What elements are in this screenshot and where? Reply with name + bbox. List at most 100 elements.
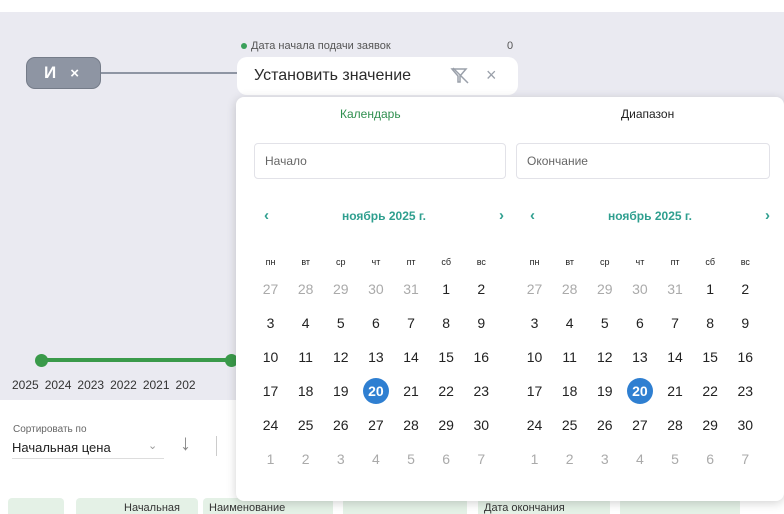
day-cell[interactable]: 14 — [658, 343, 693, 371]
funnel-clear-icon[interactable] — [450, 67, 470, 90]
end-date-field[interactable] — [516, 143, 770, 179]
day-cell[interactable]: 9 — [728, 309, 763, 337]
sort-direction-icon[interactable]: ↓ — [180, 430, 191, 456]
day-cell[interactable]: 29 — [323, 275, 358, 303]
day-cell[interactable]: 17 — [517, 377, 552, 405]
day-cell[interactable]: 29 — [693, 411, 728, 439]
day-cell[interactable]: 28 — [288, 275, 323, 303]
day-cell[interactable]: 3 — [517, 309, 552, 337]
day-cell[interactable]: 4 — [288, 309, 323, 337]
day-cell[interactable]: 28 — [552, 275, 587, 303]
day-cell[interactable]: 5 — [587, 309, 622, 337]
day-cell[interactable]: 10 — [517, 343, 552, 371]
day-cell[interactable]: 30 — [464, 411, 499, 439]
day-cell[interactable]: 16 — [464, 343, 499, 371]
chevron-right-icon[interactable]: › — [765, 207, 770, 224]
day-cell[interactable]: 24 — [517, 411, 552, 439]
day-cell[interactable]: 6 — [693, 445, 728, 473]
day-cell[interactable]: 2 — [288, 445, 323, 473]
year-range-track[interactable] — [42, 358, 230, 362]
day-cell[interactable]: 13 — [358, 343, 393, 371]
day-cell[interactable]: 30 — [622, 275, 657, 303]
day-cell[interactable]: 3 — [253, 309, 288, 337]
day-cell[interactable]: 22 — [429, 377, 464, 405]
day-cell[interactable]: 4 — [622, 445, 657, 473]
day-cell[interactable]: 19 — [323, 377, 358, 405]
sort-select[interactable]: Начальная цена ⌄ — [12, 437, 164, 459]
day-cell[interactable]: 31 — [658, 275, 693, 303]
day-cell[interactable]: 15 — [693, 343, 728, 371]
day-cell[interactable]: 23 — [728, 377, 763, 405]
day-cell[interactable]: 8 — [693, 309, 728, 337]
day-cell[interactable]: 21 — [658, 377, 693, 405]
day-cell[interactable]: 1 — [693, 275, 728, 303]
day-cell[interactable]: 18 — [288, 377, 323, 405]
day-cell[interactable]: 12 — [323, 343, 358, 371]
day-cell[interactable]: 3 — [587, 445, 622, 473]
day-cell[interactable]: 28 — [394, 411, 429, 439]
day-cell[interactable]: 4 — [552, 309, 587, 337]
end-date-input[interactable] — [527, 154, 769, 168]
day-cell[interactable]: 28 — [658, 411, 693, 439]
day-cell[interactable]: 2 — [464, 275, 499, 303]
day-cell[interactable]: 31 — [394, 275, 429, 303]
day-cell[interactable]: 2 — [728, 275, 763, 303]
day-cell[interactable]: 17 — [253, 377, 288, 405]
day-cell[interactable]: 1 — [253, 445, 288, 473]
day-cell[interactable]: 11 — [552, 343, 587, 371]
day-cell[interactable]: 27 — [253, 275, 288, 303]
day-cell[interactable]: 7 — [728, 445, 763, 473]
day-cell[interactable]: 4 — [358, 445, 393, 473]
day-cell[interactable]: 24 — [253, 411, 288, 439]
day-cell[interactable]: 21 — [394, 377, 429, 405]
day-cell[interactable]: 5 — [658, 445, 693, 473]
day-cell[interactable]: 5 — [394, 445, 429, 473]
day-cell[interactable]: 19 — [587, 377, 622, 405]
day-cell[interactable]: 25 — [288, 411, 323, 439]
day-cell[interactable]: 22 — [693, 377, 728, 405]
day-cell[interactable]: 1 — [517, 445, 552, 473]
day-cell[interactable]: 29 — [429, 411, 464, 439]
day-cell[interactable]: 6 — [429, 445, 464, 473]
column-header-start-price[interactable]: Начальная — [76, 498, 198, 514]
day-cell[interactable]: 11 — [288, 343, 323, 371]
day-cell[interactable]: 2 — [552, 445, 587, 473]
day-cell[interactable]: 26 — [587, 411, 622, 439]
day-cell-selected[interactable]: 20 — [622, 377, 657, 405]
tab-range[interactable]: Диапазон — [621, 107, 674, 121]
day-cell[interactable]: 16 — [728, 343, 763, 371]
column-header[interactable] — [8, 498, 64, 514]
day-cell[interactable]: 12 — [587, 343, 622, 371]
day-cell[interactable]: 9 — [464, 309, 499, 337]
year-range-handle-start[interactable] — [35, 354, 48, 367]
day-cell[interactable]: 27 — [517, 275, 552, 303]
clear-value-icon[interactable]: × — [486, 65, 497, 86]
day-cell[interactable]: 30 — [728, 411, 763, 439]
day-cell[interactable]: 6 — [358, 309, 393, 337]
day-cell[interactable]: 7 — [464, 445, 499, 473]
chevron-right-icon[interactable]: › — [499, 207, 504, 224]
tab-calendar[interactable]: Календарь — [340, 107, 401, 121]
day-cell[interactable]: 13 — [622, 343, 657, 371]
start-date-input[interactable] — [265, 154, 505, 168]
day-cell[interactable]: 23 — [464, 377, 499, 405]
day-cell[interactable]: 1 — [429, 275, 464, 303]
day-cell[interactable]: 15 — [429, 343, 464, 371]
day-cell[interactable]: 5 — [323, 309, 358, 337]
day-cell[interactable]: 8 — [429, 309, 464, 337]
set-value-field[interactable]: Установить значение × — [237, 57, 518, 95]
day-cell[interactable]: 10 — [253, 343, 288, 371]
day-cell[interactable]: 25 — [552, 411, 587, 439]
day-cell[interactable]: 27 — [358, 411, 393, 439]
day-cell[interactable]: 18 — [552, 377, 587, 405]
start-date-field[interactable] — [254, 143, 506, 179]
and-operator-chip[interactable]: И × — [26, 57, 101, 89]
day-cell[interactable]: 3 — [323, 445, 358, 473]
day-cell[interactable]: 27 — [622, 411, 657, 439]
day-cell[interactable]: 14 — [394, 343, 429, 371]
close-icon[interactable]: × — [70, 65, 80, 82]
day-cell-selected[interactable]: 20 — [358, 377, 393, 405]
day-cell[interactable]: 26 — [323, 411, 358, 439]
day-cell[interactable]: 30 — [358, 275, 393, 303]
day-cell[interactable]: 7 — [394, 309, 429, 337]
